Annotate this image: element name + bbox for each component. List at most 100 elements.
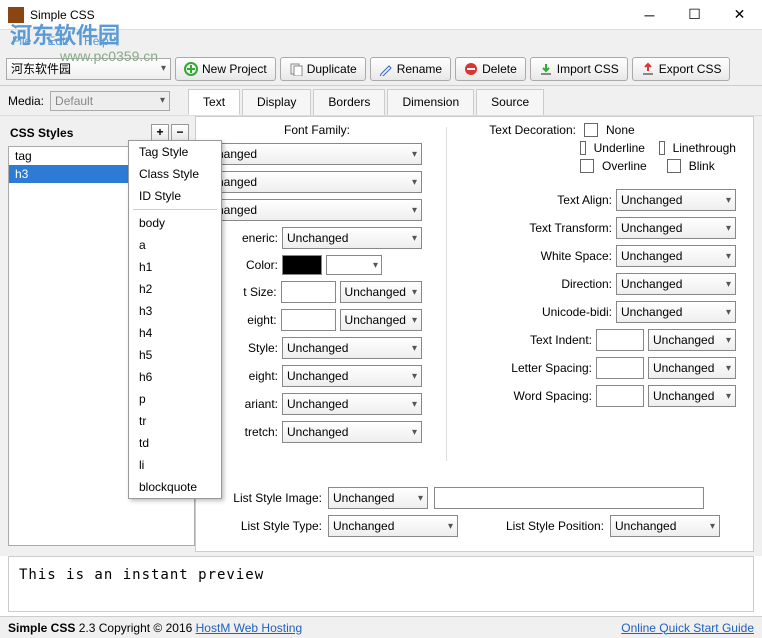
- font-family-label: Font Family:: [212, 123, 422, 137]
- word-unit[interactable]: Unchanged▾: [648, 385, 736, 407]
- list-pos-select[interactable]: Unchanged▾: [610, 515, 720, 537]
- window-title: Simple CSS: [30, 8, 627, 22]
- project-select-value: 河东软件园: [11, 60, 71, 77]
- menu-tag-body[interactable]: body: [129, 212, 221, 234]
- chevron-down-icon: ▾: [726, 279, 731, 290]
- menu-id-style[interactable]: ID Style: [129, 185, 221, 207]
- new-project-button[interactable]: New Project: [175, 57, 276, 81]
- delete-label: Delete: [482, 62, 517, 76]
- menu-tag-h1[interactable]: h1: [129, 256, 221, 278]
- delete-button[interactable]: Delete: [455, 57, 526, 81]
- chevron-down-icon: ▾: [412, 233, 417, 244]
- style-select[interactable]: Unchanged▾: [282, 337, 422, 359]
- blink-checkbox[interactable]: [667, 159, 681, 173]
- close-button[interactable]: ✕: [717, 0, 762, 30]
- tab-borders[interactable]: Borders: [313, 89, 385, 115]
- font-family-1[interactable]: nanged▾: [212, 143, 422, 165]
- chevron-down-icon: ▾: [412, 371, 417, 382]
- font-family-3[interactable]: nanged▾: [212, 199, 422, 221]
- project-select[interactable]: 河东软件园 ▾: [6, 58, 171, 80]
- bidi-select[interactable]: Unchanged▾: [616, 301, 736, 323]
- align-select[interactable]: Unchanged▾: [616, 189, 736, 211]
- export-icon: [641, 62, 655, 76]
- rename-button[interactable]: Rename: [370, 57, 451, 81]
- media-select[interactable]: Default ▾: [50, 91, 170, 111]
- weight-select[interactable]: Unchanged▾: [282, 365, 422, 387]
- transform-select[interactable]: Unchanged▾: [616, 217, 736, 239]
- tab-display[interactable]: Display: [242, 89, 311, 115]
- menu-tag-tr[interactable]: tr: [129, 410, 221, 432]
- menu-help[interactable]: Help: [76, 32, 117, 50]
- menu-tag-h5[interactable]: h5: [129, 344, 221, 366]
- chevron-down-icon: ▾: [726, 223, 731, 234]
- none-checkbox[interactable]: [584, 123, 598, 137]
- export-button[interactable]: Export CSS: [632, 57, 731, 81]
- import-icon: [539, 62, 553, 76]
- import-button[interactable]: Import CSS: [530, 57, 628, 81]
- deco-label: Text Decoration:: [476, 123, 576, 137]
- menu-tag-h3[interactable]: h3: [129, 300, 221, 322]
- preview-area: This is an instant preview: [8, 556, 754, 612]
- duplicate-label: Duplicate: [307, 62, 357, 76]
- chevron-down-icon: ▾: [373, 260, 378, 271]
- linethrough-checkbox[interactable]: [659, 141, 665, 155]
- bidi-label: Unicode-bidi:: [476, 305, 612, 319]
- new-label: New Project: [202, 62, 267, 76]
- whitespace-select[interactable]: Unchanged▾: [616, 245, 736, 267]
- import-label: Import CSS: [557, 62, 619, 76]
- toolbar: 河东软件园 ▾ New Project Duplicate Rename Del…: [0, 52, 762, 86]
- stretch-select[interactable]: Unchanged▾: [282, 421, 422, 443]
- menu-edit[interactable]: Edit: [39, 32, 76, 50]
- menu-tag-td[interactable]: td: [129, 432, 221, 454]
- host-link[interactable]: HostM Web Hosting: [196, 621, 302, 635]
- list-image-select[interactable]: Unchanged▾: [328, 487, 428, 509]
- chevron-down-icon: ▾: [710, 521, 715, 532]
- media-value: Default: [55, 94, 93, 108]
- size-input[interactable]: [281, 281, 336, 303]
- sidebar-title: CSS Styles: [10, 126, 73, 140]
- letter-unit[interactable]: Unchanged▾: [648, 357, 736, 379]
- word-label: Word Spacing:: [476, 389, 592, 403]
- menu-tag-p[interactable]: p: [129, 388, 221, 410]
- list-image-input[interactable]: [434, 487, 704, 509]
- menu-file[interactable]: File: [4, 32, 39, 50]
- word-input[interactable]: [596, 385, 644, 407]
- menu-tag-style[interactable]: Tag Style: [129, 141, 221, 163]
- variant-select[interactable]: Unchanged▾: [282, 393, 422, 415]
- chevron-down-icon: ▾: [412, 427, 417, 438]
- add-style-menu: Tag Style Class Style ID Style body a h1…: [128, 140, 222, 499]
- color-picker[interactable]: ▾: [326, 255, 382, 275]
- menu-tag-h6[interactable]: h6: [129, 366, 221, 388]
- underline-checkbox[interactable]: [580, 141, 586, 155]
- height-input[interactable]: [281, 309, 336, 331]
- list-type-select[interactable]: Unchanged▾: [328, 515, 458, 537]
- generic-select[interactable]: Unchanged▾: [282, 227, 422, 249]
- menu-tag-a[interactable]: a: [129, 234, 221, 256]
- overline-label: Overline: [602, 159, 647, 173]
- letter-input[interactable]: [596, 357, 644, 379]
- delete-icon: [464, 62, 478, 76]
- guide-link[interactable]: Online Quick Start Guide: [621, 621, 754, 635]
- menu-tag-blockquote[interactable]: blockquote: [129, 476, 221, 498]
- tab-dimension[interactable]: Dimension: [387, 89, 474, 115]
- duplicate-icon: [289, 62, 303, 76]
- menu-tag-h4[interactable]: h4: [129, 322, 221, 344]
- tab-source[interactable]: Source: [476, 89, 544, 115]
- font-family-2[interactable]: nanged▾: [212, 171, 422, 193]
- overline-checkbox[interactable]: [580, 159, 594, 173]
- indent-input[interactable]: [596, 329, 644, 351]
- menu-class-style[interactable]: Class Style: [129, 163, 221, 185]
- menu-tag-li[interactable]: li: [129, 454, 221, 476]
- size-unit[interactable]: Unchanged▾: [340, 281, 422, 303]
- maximize-button[interactable]: ☐: [672, 0, 717, 30]
- minimize-button[interactable]: ─: [627, 0, 672, 30]
- tab-text[interactable]: Text: [188, 89, 240, 115]
- direction-select[interactable]: Unchanged▾: [616, 273, 736, 295]
- duplicate-button[interactable]: Duplicate: [280, 57, 366, 81]
- height-unit[interactable]: Unchanged▾: [340, 309, 422, 331]
- menu-tag-h2[interactable]: h2: [129, 278, 221, 300]
- color-swatch[interactable]: [282, 255, 322, 275]
- chevron-down-icon: ▾: [412, 205, 417, 216]
- chevron-down-icon: ▾: [412, 343, 417, 354]
- indent-unit[interactable]: Unchanged▾: [648, 329, 736, 351]
